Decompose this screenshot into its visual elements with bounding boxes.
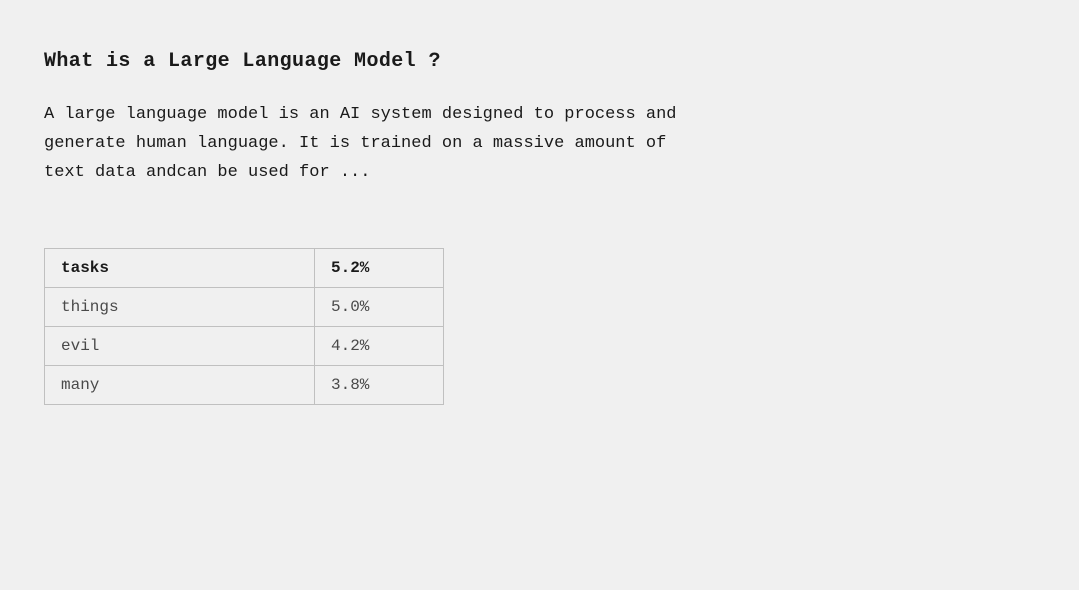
table-cell-label: evil xyxy=(45,326,315,365)
frequency-table: tasks5.2%things5.0%evil4.2%many3.8% xyxy=(44,248,444,405)
table-cell-label: many xyxy=(45,365,315,404)
table-cell-label: things xyxy=(45,287,315,326)
description-line3: text data andcan be used for ... xyxy=(44,163,370,182)
table-row: many3.8% xyxy=(45,365,444,404)
page-heading: What is a Large Language Model ? xyxy=(44,50,1035,73)
table-row: tasks5.2% xyxy=(45,248,444,287)
table-cell-value: 5.0% xyxy=(315,287,444,326)
data-table-container: tasks5.2%things5.0%evil4.2%many3.8% xyxy=(44,248,1035,405)
table-cell-value: 4.2% xyxy=(315,326,444,365)
table-cell-value: 5.2% xyxy=(315,248,444,287)
table-cell-label: tasks xyxy=(45,248,315,287)
description-line1: A large language model is an AI system d… xyxy=(44,105,677,124)
table-cell-value: 3.8% xyxy=(315,365,444,404)
description-block: A large language model is an AI system d… xyxy=(44,101,914,188)
table-row: things5.0% xyxy=(45,287,444,326)
description-line2: generate human language. It is trained o… xyxy=(44,134,666,153)
table-row: evil4.2% xyxy=(45,326,444,365)
